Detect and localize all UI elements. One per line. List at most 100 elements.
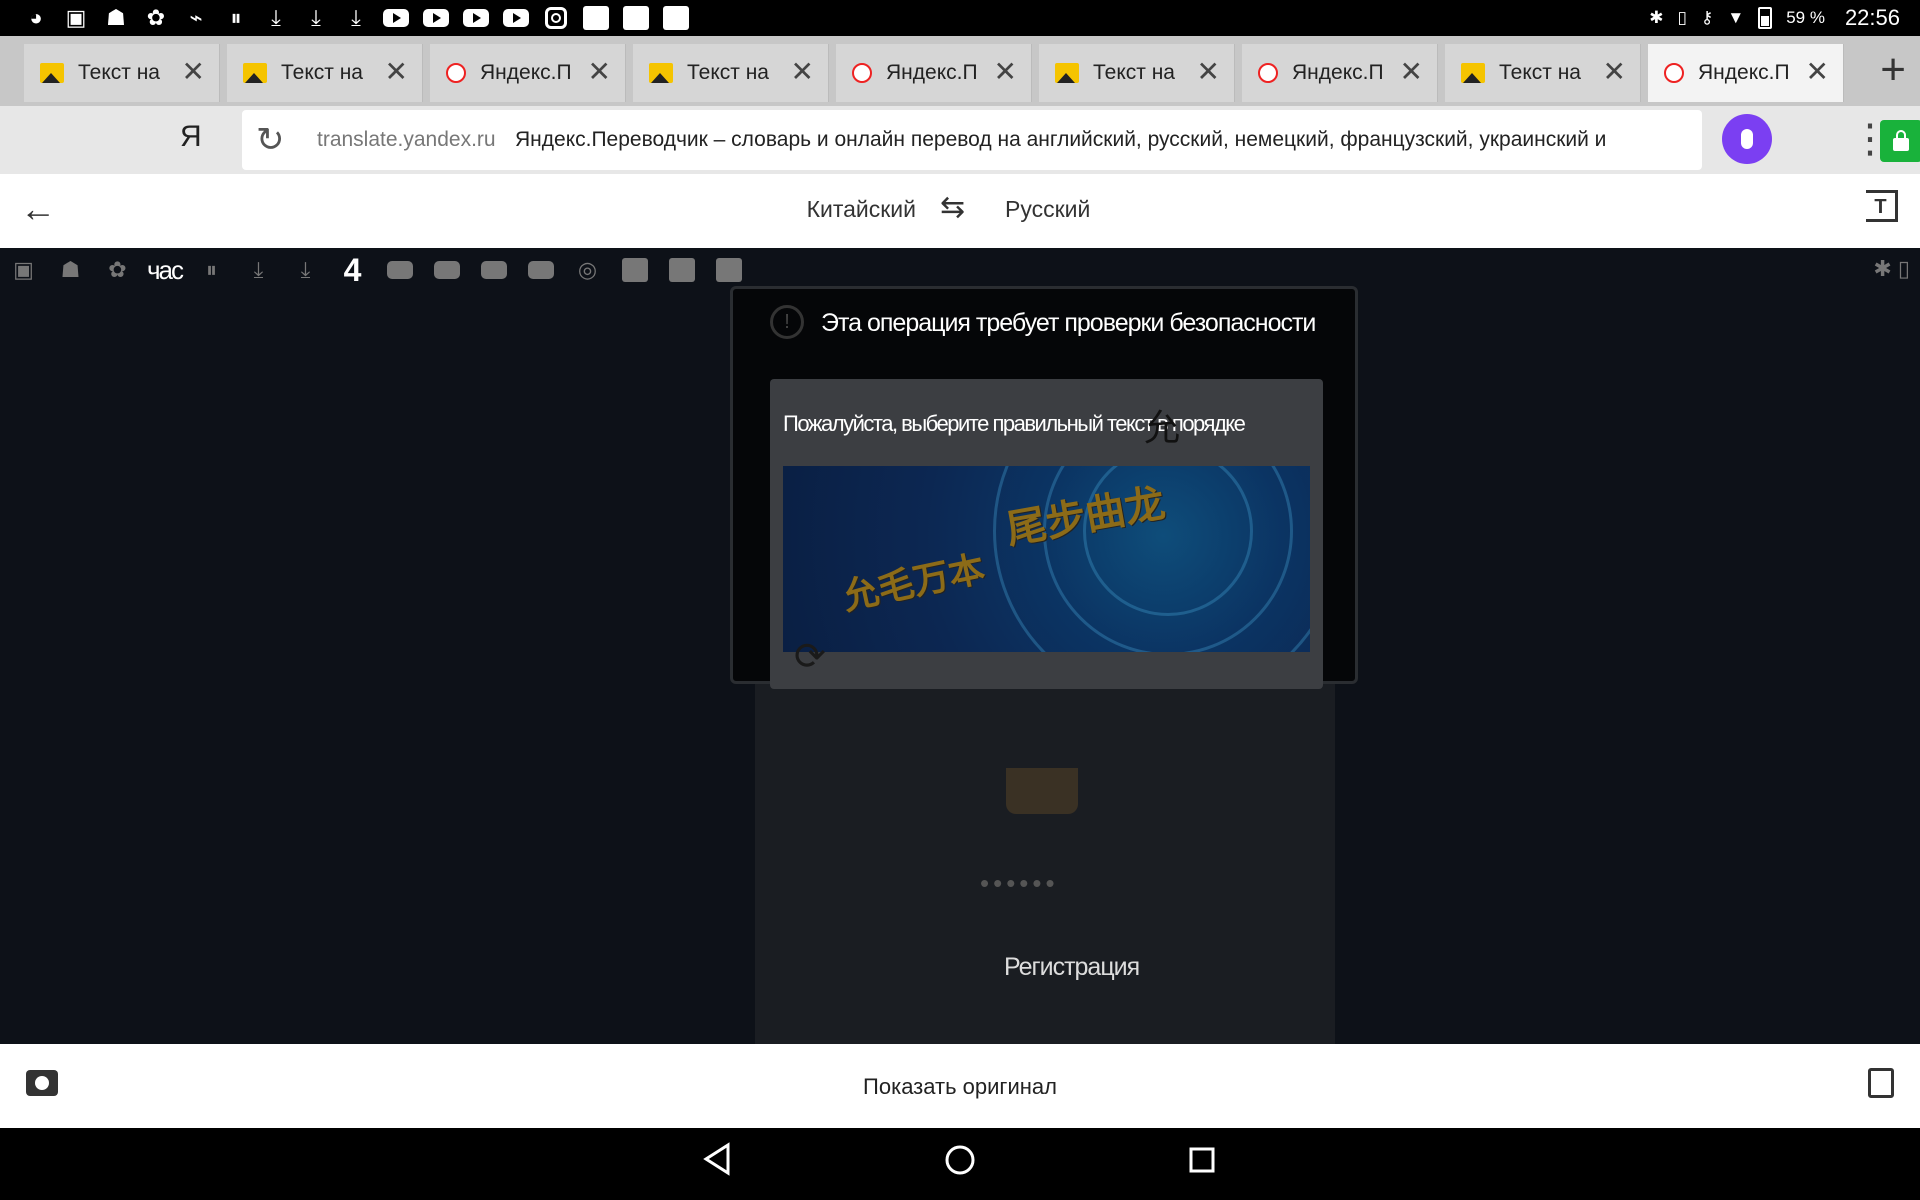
source-language[interactable]: Китайский bbox=[760, 196, 916, 223]
yandex-translate-icon bbox=[852, 63, 872, 83]
tab-title: Яндекс.П bbox=[1698, 61, 1790, 84]
captcha-target-char: 允 bbox=[1144, 408, 1181, 449]
browser-tab[interactable]: Текст на ✕ bbox=[24, 44, 220, 102]
security-check-dialog: ! Эта операция требует проверки безопасн… bbox=[730, 286, 1358, 689]
battery-icon bbox=[1758, 7, 1773, 29]
text-mode-icon[interactable]: T bbox=[1866, 190, 1898, 222]
image-icon bbox=[649, 63, 673, 83]
more-menu-icon[interactable]: ⋮ bbox=[1850, 116, 1890, 162]
battery-percent: 59 % bbox=[1786, 8, 1825, 27]
wifi-icon: ▼ bbox=[1727, 8, 1745, 27]
translate-toolbar: ← Китайский ⇆ Русский T bbox=[0, 174, 1920, 248]
browser-tab[interactable]: Яндекс.П ✕ bbox=[1242, 44, 1438, 102]
browser-tab[interactable]: Текст на ✕ bbox=[633, 44, 829, 102]
robot-icon: ☗ bbox=[60, 257, 81, 282]
image-icon bbox=[40, 63, 64, 83]
youtube-icon bbox=[517, 255, 564, 285]
close-tab-icon[interactable]: ✕ bbox=[1197, 58, 1220, 86]
youtube-icon bbox=[423, 255, 470, 285]
image-icon bbox=[1055, 63, 1079, 83]
dialog-title: Эта операция требует проверки безопаснос… bbox=[821, 309, 1316, 337]
yandex-logo[interactable]: Я bbox=[180, 120, 202, 154]
aperture-icon: ◕ bbox=[29, 5, 43, 30]
rotate-icon[interactable] bbox=[1868, 1068, 1894, 1098]
blank-app-icon bbox=[616, 0, 656, 36]
system-status-bar: ◕ ▣ ☗ ✿ ⌁ ⏸ ⤓ ⤓ ⤓ ✱ ▯ ⚷ ▼ 59 % 22:56 bbox=[0, 0, 1920, 36]
clock: 22:56 bbox=[1844, 5, 1900, 30]
yandex-translate-icon bbox=[1664, 63, 1684, 83]
system-indicators: ✱ ▯ ⚷ ▼ 59 % 22:56 bbox=[1649, 0, 1900, 36]
tab-title: Яндекс.П bbox=[886, 61, 978, 84]
close-tab-icon[interactable]: ✕ bbox=[385, 58, 408, 86]
warning-icon: ! bbox=[770, 305, 804, 339]
close-tab-icon[interactable]: ✕ bbox=[1603, 58, 1626, 86]
browser-tab-strip: Текст на ✕ Текст на ✕ Яндекс.П ✕ Текст на ✕ Янде… bbox=[0, 36, 1920, 106]
android-nav-bar bbox=[0, 1128, 1920, 1200]
notification-icons: ◕ ▣ ☗ ✿ ⌁ ⏸ ⤓ ⤓ ⤓ bbox=[0, 0, 696, 36]
close-tab-icon[interactable]: ✕ bbox=[1806, 58, 1829, 86]
avatar bbox=[1006, 768, 1078, 814]
download-icon: ⤓ bbox=[253, 257, 264, 282]
browser-tab[interactable]: Текст на ✕ bbox=[227, 44, 423, 102]
url-domain: translate.yandex.ru bbox=[317, 128, 496, 151]
youtube-icon bbox=[376, 0, 416, 36]
address-bar: Я ↻ translate.yandex.ru Яндекс.Переводчи… bbox=[0, 106, 1920, 174]
tab-title: Текст на bbox=[687, 61, 769, 84]
browser-tab[interactable]: Яндекс.П ✕ bbox=[1648, 44, 1844, 102]
password-mask: •••••• bbox=[980, 868, 1059, 898]
captcha-image: 尾步曲龙 允毛万本 bbox=[783, 466, 1310, 652]
pause-icon: ⏸ bbox=[230, 5, 242, 30]
close-tab-icon[interactable]: ✕ bbox=[588, 58, 611, 86]
inner-status-number: 4 bbox=[343, 251, 362, 288]
blank-app-icon bbox=[705, 255, 752, 285]
nav-home-icon[interactable] bbox=[944, 1144, 976, 1176]
paw-icon: ✿ bbox=[146, 5, 166, 30]
tab-title: Текст на bbox=[281, 61, 363, 84]
download-icon: ⤓ bbox=[311, 5, 321, 30]
bluetooth-icon: ✱ bbox=[1649, 8, 1664, 27]
close-tab-icon[interactable]: ✕ bbox=[994, 58, 1017, 86]
translate-bottom-bar: Показать оригинал bbox=[0, 1044, 1920, 1128]
url-field[interactable]: ↻ translate.yandex.ru Яндекс.Переводчик … bbox=[242, 110, 1920, 170]
browser-tab[interactable]: Яндекс.П ✕ bbox=[836, 44, 1032, 102]
new-tab-icon[interactable]: + bbox=[1880, 46, 1906, 94]
image-icon bbox=[243, 63, 267, 83]
translated-image: ▣ ☗ ✿ час ⏸ ⤓ ⤓ 4 ◎ ✱ ▯ •••••• Регистрац… bbox=[0, 248, 1920, 1044]
instagram-icon bbox=[536, 0, 576, 36]
close-tab-icon[interactable]: ✕ bbox=[182, 58, 205, 86]
gallery-icon: ▣ bbox=[65, 5, 87, 30]
back-arrow-icon[interactable]: ← bbox=[20, 188, 56, 230]
youtube-icon bbox=[470, 255, 517, 285]
blank-app-icon bbox=[658, 255, 705, 285]
browser-tab[interactable]: Текст на ✕ bbox=[1445, 44, 1641, 102]
instagram-icon: ◎ bbox=[577, 257, 598, 282]
download-icon: ⤓ bbox=[271, 5, 281, 30]
youtube-icon bbox=[376, 255, 423, 285]
voice-search-button[interactable] bbox=[1722, 114, 1772, 164]
close-tab-icon[interactable]: ✕ bbox=[1400, 58, 1423, 86]
show-original-button[interactable]: Показать оригинал bbox=[0, 1074, 1920, 1100]
page-title: Яндекс.Переводчик – словарь и онлайн пер… bbox=[515, 128, 1607, 151]
browser-tab[interactable]: Текст на ✕ bbox=[1039, 44, 1235, 102]
browser-tab[interactable]: Яндекс.П ✕ bbox=[430, 44, 626, 102]
blank-app-icon bbox=[576, 0, 616, 36]
yandex-translate-icon bbox=[446, 63, 466, 83]
nav-recents-icon[interactable] bbox=[1188, 1146, 1216, 1174]
tab-title: Текст на bbox=[1093, 61, 1175, 84]
download-icon: ⤓ bbox=[351, 5, 361, 30]
blank-app-icon bbox=[611, 255, 658, 285]
pause-icon: ⏸ bbox=[205, 257, 217, 282]
download-icon: ⤓ bbox=[300, 257, 311, 282]
gallery-icon: ▣ bbox=[13, 257, 34, 282]
target-language[interactable]: Русский bbox=[1005, 196, 1090, 223]
reload-icon[interactable]: ↻ bbox=[256, 120, 285, 160]
tab-title: Текст на bbox=[78, 61, 160, 84]
register-link: Регистрация bbox=[1004, 953, 1140, 981]
refresh-captcha-icon: ⟳ bbox=[794, 636, 826, 678]
key-icon: ⚷ bbox=[1700, 8, 1714, 27]
inner-status-hour: час bbox=[146, 254, 184, 285]
tab-title: Яндекс.П bbox=[480, 61, 572, 84]
swap-languages-icon[interactable]: ⇆ bbox=[940, 190, 965, 225]
close-tab-icon[interactable]: ✕ bbox=[791, 58, 814, 86]
yandex-translate-icon bbox=[1258, 63, 1278, 83]
